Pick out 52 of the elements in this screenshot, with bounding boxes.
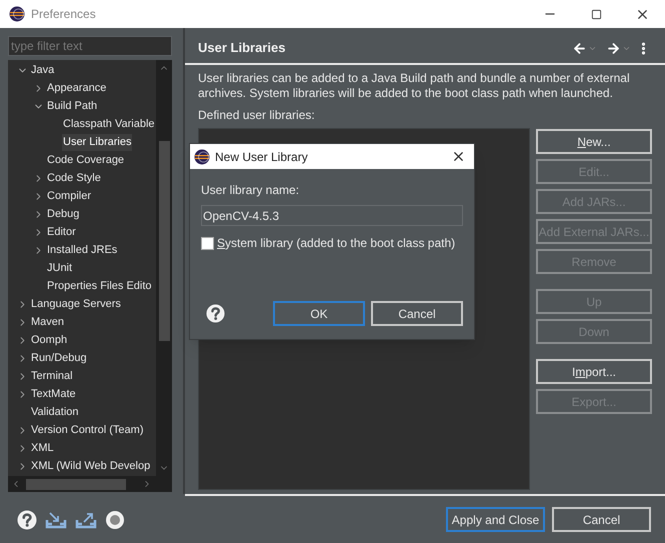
filter-field[interactable]: type filter text	[8, 36, 172, 56]
dialog-button[interactable]: Cancel	[371, 301, 463, 326]
system-library-checkbox[interactable]	[201, 236, 214, 250]
tree-item[interactable]: Code Coverage	[46, 152, 126, 168]
help-icon[interactable]	[17, 510, 37, 530]
dialog-button[interactable]: Cancel	[552, 507, 651, 532]
back-icon[interactable]	[572, 40, 587, 56]
tree-item[interactable]: Installed JREs	[46, 242, 118, 258]
close-icon[interactable]	[451, 149, 466, 164]
tree-item[interactable]: Properties Files Edito	[46, 278, 153, 294]
side-button[interactable]: New...	[536, 129, 652, 154]
tree-item[interactable]: Code Style	[46, 170, 102, 186]
maximize-icon	[590, 8, 602, 20]
tree-item[interactable]: Maven	[30, 314, 66, 330]
tree-item[interactable]: Terminal	[30, 368, 74, 384]
tree-item[interactable]: Java	[30, 62, 56, 78]
tree-item[interactable]: JUnit	[46, 260, 74, 276]
description-text: User libraries can be added to a Java Build path and bundle a number of external archives. System libraries will be added to the boot class path when launched.	[197, 71, 631, 101]
tree-item[interactable]: XML (Wild Web Develop	[30, 458, 152, 474]
tree-item[interactable]: TextMate	[30, 386, 77, 402]
vertical-scrollbar[interactable]	[156, 60, 172, 476]
field-label: User library name:	[201, 182, 300, 199]
list-label: Defined user libraries:	[197, 107, 316, 124]
tree-item[interactable]: XML	[30, 440, 55, 456]
tree-item[interactable]: Compiler	[46, 188, 92, 204]
app-logo-icon	[9, 6, 25, 22]
checkbox-label[interactable]: System library (added to the boot class path)	[217, 234, 456, 252]
dialog-button[interactable]: Apply and Close	[446, 507, 545, 532]
app-logo-icon	[194, 148, 210, 164]
tree-item[interactable]: Version Control (Team)	[30, 422, 144, 438]
page-title: User Libraries	[198, 39, 286, 58]
window-title: Preferences	[31, 6, 96, 23]
tree-item[interactable]: Run/Debug	[30, 350, 88, 366]
tree-item[interactable]: Editor	[46, 224, 77, 240]
import-icon[interactable]	[45, 510, 67, 528]
help-icon[interactable]	[206, 304, 225, 323]
tree-item[interactable]: Language Servers	[30, 296, 122, 312]
tree-item[interactable]: Appearance	[46, 80, 108, 96]
dialog-button[interactable]: OK	[273, 301, 365, 326]
export-icon[interactable]	[75, 510, 97, 528]
side-button[interactable]: Import...	[536, 359, 652, 384]
tree-item[interactable]: Build Path	[46, 98, 98, 114]
horizontal-scrollbar[interactable]	[8, 476, 172, 492]
tree-item[interactable]: User Libraries	[62, 134, 132, 150]
library-name-field[interactable]: OpenCV-4.5.3	[201, 205, 463, 226]
forward-icon[interactable]	[606, 40, 621, 56]
tree-item[interactable]: Debug	[46, 206, 80, 222]
tree-item[interactable]: Validation	[30, 404, 80, 420]
tree-item[interactable]: Oomph	[30, 332, 68, 348]
dialog-title: New User Library	[215, 148, 308, 166]
tree-item[interactable]: Classpath Variable	[62, 116, 156, 132]
record-icon[interactable]	[105, 510, 125, 530]
